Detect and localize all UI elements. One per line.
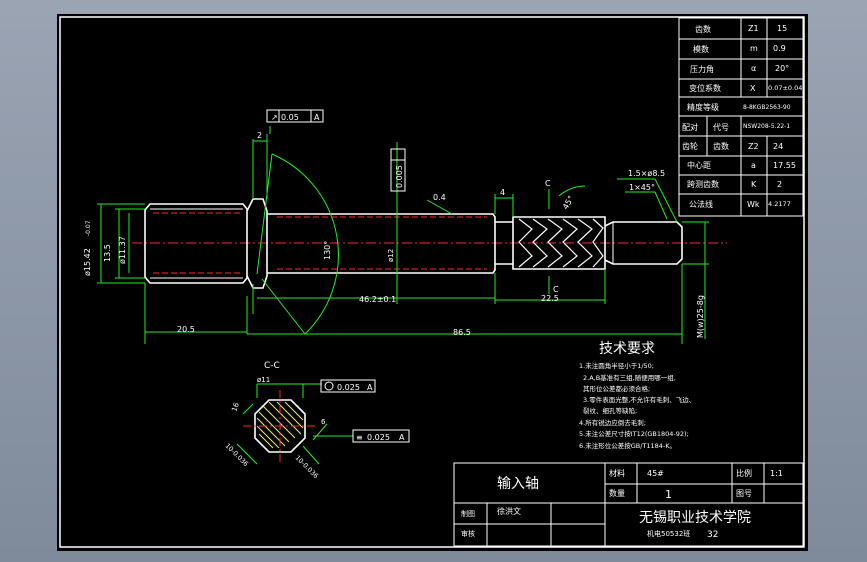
section-datum-1: A xyxy=(367,383,373,392)
section-datum-2: A xyxy=(399,433,405,442)
cad-window-background: 齿数 Z1 15 模数 m 0.9 压力角 α 20° 变位系数 X 0.07±… xyxy=(0,0,867,562)
gear-row-label: 齿轮 xyxy=(682,141,698,151)
dimension-text: ↗ 0.05 A 2 4 0.4 0.005 ø15.42 -0.07 13.5… xyxy=(83,113,705,338)
dim-13-5: 13.5 xyxy=(103,244,112,262)
symmetry-icon: ≡ xyxy=(356,433,363,442)
gear-row-value: 2 xyxy=(777,180,782,189)
section-title: C-C xyxy=(264,361,280,371)
tolerance-frames xyxy=(266,109,406,192)
section-dia: ø11 xyxy=(257,376,270,384)
tech-item: 2.A,B基准有三组,随便用哪一组, xyxy=(583,373,676,382)
part-name: 输入轴 xyxy=(497,476,539,492)
gear-row-label: 公法线 xyxy=(689,199,713,209)
tech-item: 1.未注圆角半径小于1/50; xyxy=(579,361,654,370)
runout-symbol: ↗ xyxy=(271,113,278,122)
gear-row-label: 压力角 xyxy=(690,64,714,74)
class-label: 机电50532班 xyxy=(647,529,690,538)
draw-label: 制图 xyxy=(461,509,475,518)
gear-row-symbol: Wk xyxy=(747,200,760,209)
gear-row-value: 24 xyxy=(773,142,783,151)
gear-row-value: 0.07±0.04 xyxy=(768,84,802,92)
gear-row-extra: Z2 xyxy=(748,142,759,151)
section-dim-6: 6 xyxy=(321,418,326,426)
dim-46-2: 46.2±0.1 xyxy=(359,295,396,304)
dim-20-5: 20.5 xyxy=(177,325,195,334)
dimension-lines xyxy=(97,126,709,344)
dim-86-5: 86.5 xyxy=(453,328,471,337)
dim-11-37: ø11.37 xyxy=(118,236,127,264)
section-dim-10-left: 10-0.036 xyxy=(224,442,250,468)
gear-row-symbol: a xyxy=(751,161,756,170)
gear-row-label: 精度等级 xyxy=(687,102,719,112)
material-label: 材料 xyxy=(609,468,625,478)
gear-row-value: 8-8KGB2563-90 xyxy=(743,104,791,111)
dim-22-5: 22.5 xyxy=(541,294,559,303)
runout-value: 0.05 xyxy=(281,113,299,122)
gear-row-symbol: X xyxy=(750,84,756,93)
dia-left: ø15.42 xyxy=(83,248,92,276)
dim-4: 4 xyxy=(500,188,505,197)
tech-item: 4.所有锐边应倒去毛刺; xyxy=(579,418,646,427)
gear-row-label: 模数 xyxy=(693,44,709,54)
gear-row-value: NSW208-5.22-1 xyxy=(743,123,790,130)
gear-pair-label: 配对 xyxy=(682,122,698,132)
gear-row-label: 跨测齿数 xyxy=(687,179,719,189)
angle-130: 130° xyxy=(323,241,332,260)
chamfer-1-5: 1.5×ø8.5 xyxy=(628,169,665,178)
section-dim-10-right: 10-0.036 xyxy=(294,454,320,480)
angle-45: 45° xyxy=(561,194,576,211)
fit-thread: M(w)25-8g xyxy=(696,295,705,338)
gear-row-symbol: α xyxy=(751,64,756,73)
qty-label: 数量 xyxy=(609,488,625,498)
tech-item: 5.未注公差尺寸按IT12(GB1804-92); xyxy=(579,429,689,438)
ratio-value: 1:1 xyxy=(770,469,783,478)
gear-row-value: 17.55 xyxy=(773,161,796,170)
section-c-top: C xyxy=(545,179,551,188)
dia-center: ø12 xyxy=(387,249,395,262)
datum-label: A xyxy=(314,113,320,122)
drawing-sheet[interactable]: 齿数 Z1 15 模数 m 0.9 压力角 α 20° 变位系数 X 0.07±… xyxy=(57,14,808,551)
qty-value: 1 xyxy=(665,488,672,501)
school-name: 无锡职业技术学院 xyxy=(639,510,751,526)
tech-item: 6.未注形位公差按GB/T1184-K。 xyxy=(579,441,676,450)
section-dim-16: 16 xyxy=(230,401,241,413)
tech-requirements: 技术要求 1.未注圆角半径小于1/50; 2.A,B基准有三组,随便用哪一组, … xyxy=(579,341,695,450)
gear-code-label: 代号 xyxy=(713,122,729,132)
section-c-bottom: C xyxy=(553,285,559,294)
gear-row-label: 变位系数 xyxy=(689,83,721,93)
flatness-value: 0.005 xyxy=(395,165,404,188)
drawing-canvas[interactable]: 齿数 Z1 15 模数 m 0.9 压力角 α 20° 变位系数 X 0.07±… xyxy=(57,14,808,551)
gear-row-value: 0.9 xyxy=(773,44,786,53)
gear-row-label: 齿数 xyxy=(695,24,711,34)
drawer-name: 徐洪文 xyxy=(497,506,521,516)
tech-item: 其形位公差都必须合格; xyxy=(583,384,650,393)
dim-0-4: 0.4 xyxy=(433,193,446,202)
tech-title: 技术要求 xyxy=(599,341,655,357)
gear-row-symbol: K xyxy=(751,180,757,189)
gear-row-symbol: 齿数 xyxy=(713,141,729,151)
gear-row-symbol: Z1 xyxy=(748,24,759,33)
gear-row-value: 15 xyxy=(777,24,787,33)
gear-row-value: 4.2177 xyxy=(768,200,791,208)
section-tol-1: 0.025 xyxy=(337,383,360,392)
dim-2: 2 xyxy=(257,131,262,140)
section-tol-2: 0.025 xyxy=(367,433,390,442)
ratio-label: 比例 xyxy=(736,468,752,478)
dia-left-tol: -0.07 xyxy=(85,220,92,236)
tech-item: 3.零件表面光整,不允许有毛刺、飞边、 xyxy=(583,395,695,404)
gear-row-label: 中心距 xyxy=(687,160,711,170)
concentricity-icon xyxy=(324,381,334,391)
tech-item: 裂纹、细孔等缺陷; xyxy=(583,406,637,415)
section-view[interactable]: C-C ø11 0.025 A ≡ 0.025 A 16 6 10-0.036 … xyxy=(224,361,410,480)
gear-row-value: 20° xyxy=(775,64,789,73)
dwg-label: 图号 xyxy=(736,489,752,498)
material-value: 45# xyxy=(647,469,664,478)
gear-row-symbol: m xyxy=(750,44,758,53)
check-label: 审核 xyxy=(461,529,475,538)
chamfer-1x45: 1×45° xyxy=(629,183,655,192)
title-block-text: 输入轴 材料 45# 比例 1:1 数量 1 图号 制图 徐洪文 审核 无锡职业… xyxy=(461,468,783,540)
student-number: 32 xyxy=(707,530,718,540)
